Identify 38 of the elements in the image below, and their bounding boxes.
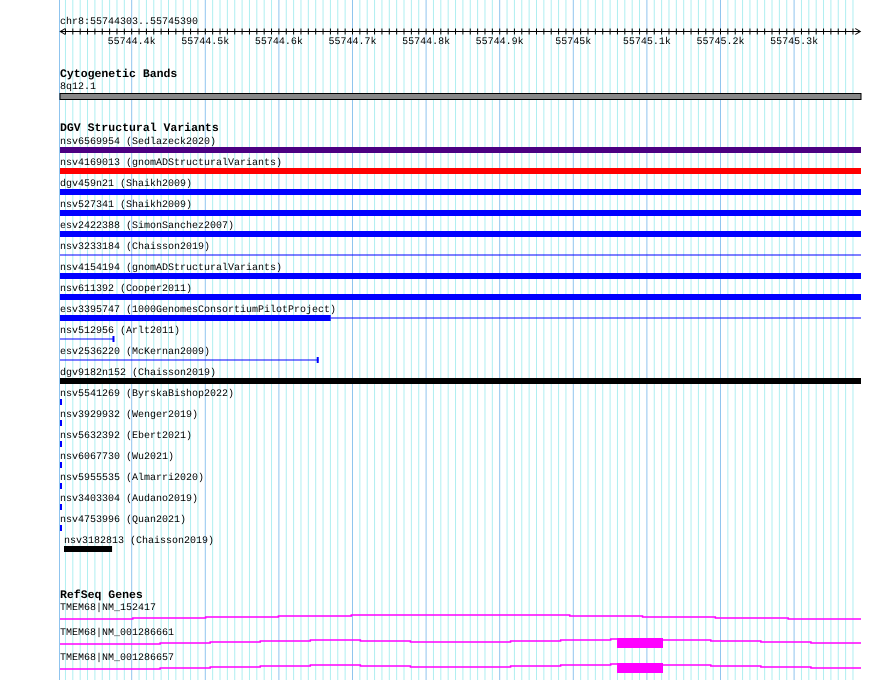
variant-label: esv2536220 (McKernan2009): [60, 347, 210, 358]
variant-label: nsv6067730 (Wu2021): [60, 452, 174, 463]
gene-label: TMEM68|NM_152417: [60, 603, 156, 614]
tick-label: 55745k: [555, 37, 592, 48]
gene-label: TMEM68|NM_001286657: [60, 653, 174, 664]
variant-label: nsv3233184 (Chaisson2019): [60, 242, 210, 253]
variant-label: nsv3929932 (Wenger2019): [60, 410, 198, 421]
band-label: 8q12.1: [60, 82, 96, 93]
variant-label: nsv611392 (Cooper2011): [60, 284, 192, 295]
tick-label: 55744.5k: [181, 37, 230, 48]
variant-label: esv2422388 (SimonSanchez2007): [60, 221, 234, 232]
variant-label: nsv5632392 (Ebert2021): [60, 431, 192, 442]
gene-label: TMEM68|NM_001286661: [60, 628, 174, 639]
variant-label: esv3395747 (1000GenomesConsortiumPilotProject): [60, 305, 336, 316]
variant-label: nsv5955535 (Almarri2020): [60, 473, 204, 484]
track-title: Cytogenetic Bands: [60, 68, 178, 81]
variant-label: nsv3182813 (Chaisson2019): [64, 536, 214, 547]
tick-label: 55745.1k: [622, 37, 671, 48]
track-title: RefSeq Genes: [60, 589, 143, 602]
variant-label: nsv527341 (Shaikh2009): [60, 200, 192, 211]
variant-label: dgv9182n152 (Chaisson2019): [60, 368, 216, 379]
variant-label: nsv4753996 (Quan2021): [60, 515, 186, 526]
variant-label: nsv3403304 (Audano2019): [60, 494, 198, 505]
tick-label: 55744.7k: [328, 37, 376, 48]
variant-label: dgv459n21 (Shaikh2009): [60, 179, 192, 190]
variant-label: nsv512956 (Arlt2011): [60, 326, 180, 337]
tick-label: 55744.6k: [254, 37, 303, 48]
variant-label: nsv4169013 (gnomADStructuralVariants): [60, 158, 282, 169]
variant-label: nsv6569954 (Sedlazeck2020): [60, 137, 216, 148]
tick-label: 55745.3k: [770, 37, 818, 48]
track-title: DGV Structural Variants: [60, 122, 219, 135]
tick-label: 55744.8k: [402, 37, 450, 48]
position-label: chr8:55744303..55745390: [60, 17, 198, 28]
tick-label: 55745.2k: [696, 37, 744, 48]
tick-label: 55744.4k: [108, 37, 156, 48]
variant-label: nsv5541269 (ByrskaBishop2022): [60, 389, 234, 400]
variant-label: nsv4154194 (gnomADStructuralVariants): [60, 263, 282, 274]
tick-label: 55744.9k: [476, 37, 524, 48]
